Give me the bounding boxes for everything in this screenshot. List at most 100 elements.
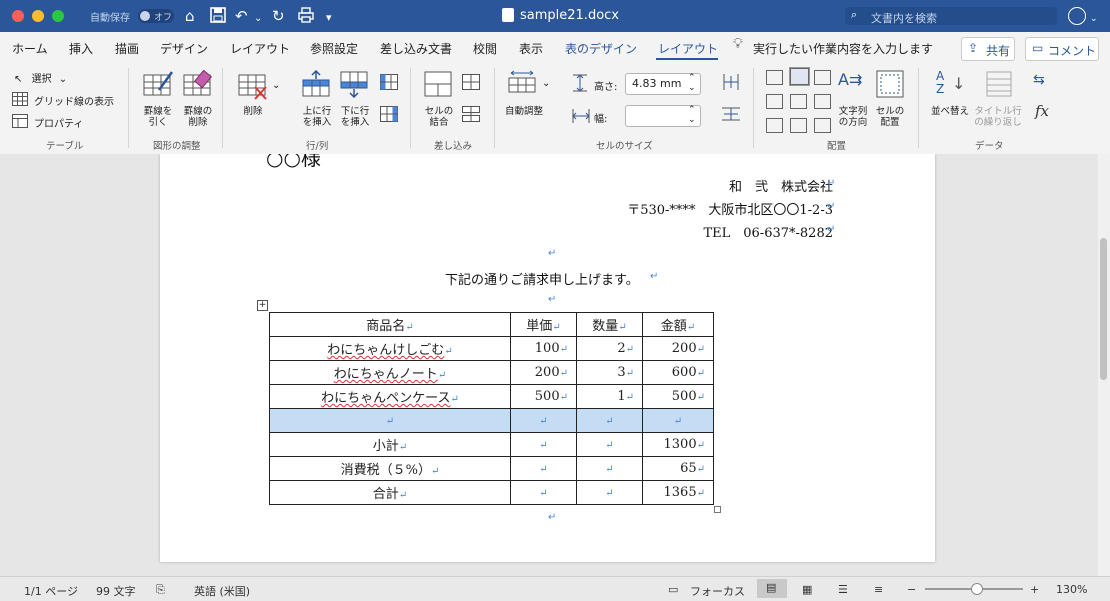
insert-left-icon[interactable] xyxy=(380,74,398,93)
align-bottom-left-button[interactable] xyxy=(766,118,783,133)
height-spinner[interactable]: 4.83 mm ⌃ ⌄ xyxy=(625,73,701,95)
table-cell[interactable]: 1365↵ xyxy=(642,480,714,505)
web-layout-icon[interactable]: ▦ xyxy=(802,583,812,596)
tab-layout[interactable]: レイアウト xyxy=(230,40,290,57)
table-cell[interactable]: わにちゃんけしごむ↵ xyxy=(269,336,511,361)
table-cell[interactable]: 単価↵ xyxy=(510,312,577,337)
table-cell[interactable]: ↵ xyxy=(510,480,577,505)
table-cell[interactable]: わにちゃんペンケース↵ xyxy=(269,384,511,409)
table-cell[interactable]: 500↵ xyxy=(642,384,714,409)
table-cell[interactable]: ↵ xyxy=(576,480,643,505)
table-cell[interactable]: わにちゃんノート↵ xyxy=(269,360,511,385)
align-bottom-center-button[interactable] xyxy=(790,118,807,133)
table-cell[interactable]: 1300↵ xyxy=(642,432,714,457)
table-cell[interactable]: 金額↵ xyxy=(642,312,714,337)
tab-home[interactable]: ホーム xyxy=(12,40,48,57)
align-top-right-button[interactable] xyxy=(814,70,831,85)
table-cell[interactable]: ↵ xyxy=(510,408,577,433)
formula-icon[interactable]: fx xyxy=(1035,102,1049,120)
table-cell[interactable]: 200↵ xyxy=(642,336,714,361)
tab-mailings[interactable]: 差し込み文書 xyxy=(380,40,452,57)
print-icon[interactable] xyxy=(298,7,314,27)
table-cell[interactable]: 600↵ xyxy=(642,360,714,385)
align-top-left-button[interactable] xyxy=(766,70,783,85)
table-resize-handle[interactable] xyxy=(714,506,721,513)
split-table-icon[interactable] xyxy=(462,106,480,125)
width-spinner[interactable]: ⌃ ⌄ xyxy=(625,105,701,127)
share-button[interactable]: ⇪ 共有 xyxy=(961,37,1015,61)
tab-table-layout[interactable]: レイアウト xyxy=(658,40,718,57)
comments-button[interactable]: ▭ コメント xyxy=(1025,37,1099,61)
word-count[interactable]: 99 文字 xyxy=(96,583,136,599)
table-cell[interactable]: 200↵ xyxy=(510,360,577,385)
distribute-columns-icon[interactable] xyxy=(722,106,740,125)
autosave-toggle[interactable]: オフ xyxy=(138,9,174,23)
tab-references[interactable]: 参照設定 xyxy=(310,40,358,57)
align-center-left-button[interactable] xyxy=(766,94,783,109)
spinner-arrows-icon[interactable]: ⌃ ⌄ xyxy=(688,105,696,125)
save-icon[interactable] xyxy=(210,7,226,27)
focus-mode-label[interactable]: フォーカス xyxy=(690,583,745,599)
account-dropdown-icon[interactable]: ⌄ xyxy=(1090,10,1098,28)
table-cell[interactable]: 合計↵ xyxy=(269,480,511,505)
tab-review[interactable]: 校閲 xyxy=(473,40,497,57)
insert-right-icon[interactable] xyxy=(380,106,398,125)
table-cell[interactable]: 商品名↵ xyxy=(269,312,511,337)
tab-insert[interactable]: 挿入 xyxy=(69,40,93,57)
focus-icon[interactable]: ▭ xyxy=(668,583,678,596)
undo-icon[interactable]: ↶ xyxy=(235,7,248,25)
zoom-slider-thumb[interactable] xyxy=(971,583,983,595)
print-layout-button[interactable]: ▤ xyxy=(757,579,787,598)
table-cell[interactable]: 500↵ xyxy=(510,384,577,409)
zoom-window-button[interactable] xyxy=(52,10,64,22)
zoom-level[interactable]: 130% xyxy=(1056,583,1087,596)
table-cell[interactable]: ↵ xyxy=(576,408,643,433)
table-cell[interactable]: 小計↵ xyxy=(269,432,511,457)
split-cells-icon[interactable] xyxy=(462,74,480,93)
table-cell[interactable]: 100↵ xyxy=(510,336,577,361)
proofing-icon[interactable]: ⎘ xyxy=(156,583,165,597)
tell-me-box[interactable]: 実行したい作業内容を入力します xyxy=(753,40,933,57)
home-icon[interactable]: ⌂ xyxy=(185,7,195,25)
search-input[interactable]: ⌕ 文書内を検索 xyxy=(845,7,1057,25)
select-button[interactable]: ↖ 選択 ⌄ xyxy=(14,70,67,85)
minimize-window-button[interactable] xyxy=(32,10,44,22)
convert-to-text-icon[interactable]: ⇆ xyxy=(1033,72,1045,88)
close-window-button[interactable] xyxy=(12,10,24,22)
tab-draw[interactable]: 描画 xyxy=(115,40,139,57)
undo-dropdown-icon[interactable]: ⌄ xyxy=(254,10,262,28)
table-move-handle[interactable]: + xyxy=(257,300,268,311)
align-bottom-right-button[interactable] xyxy=(814,118,831,133)
zoom-out-icon[interactable]: − xyxy=(907,583,916,596)
table-cell[interactable]: 1↵ xyxy=(576,384,643,409)
table-cell[interactable]: ↵ xyxy=(576,456,643,481)
customize-toolbar-icon[interactable]: ▾ xyxy=(326,9,332,27)
table-cell[interactable]: ↵ xyxy=(510,456,577,481)
page-count[interactable]: 1/1 ページ xyxy=(24,583,78,599)
redo-icon[interactable]: ↻ xyxy=(272,7,285,25)
table-cell[interactable]: 数量↵ xyxy=(576,312,643,337)
align-center-right-button[interactable] xyxy=(814,94,831,109)
table-cell[interactable]: 65↵ xyxy=(642,456,714,481)
tab-table-design[interactable]: 表のデザイン xyxy=(565,40,637,57)
align-top-center-button[interactable] xyxy=(789,67,810,86)
language[interactable]: 英語 (米国) xyxy=(194,583,250,599)
table-cell[interactable]: ↵ xyxy=(642,408,714,433)
table-cell[interactable]: ↵ xyxy=(269,408,511,433)
table-cell[interactable]: ↵ xyxy=(510,432,577,457)
align-center-button[interactable] xyxy=(790,94,807,109)
scrollbar-thumb[interactable] xyxy=(1100,238,1107,380)
zoom-in-icon[interactable]: + xyxy=(1030,583,1039,596)
spinner-arrows-icon[interactable]: ⌃ ⌄ xyxy=(688,73,696,93)
tab-design[interactable]: デザイン xyxy=(160,40,208,57)
draft-icon[interactable]: ≡ xyxy=(874,583,883,596)
table-cell[interactable]: ↵ xyxy=(576,432,643,457)
tab-view[interactable]: 表示 xyxy=(519,40,543,57)
table-cell[interactable]: 2↵ xyxy=(576,336,643,361)
document-page[interactable]: ○○様 和 弐 株式会社 ↵ 〒530-**** 大阪市北区〇〇1-2-3 ↵ … xyxy=(160,154,935,562)
outline-icon[interactable]: ☰ xyxy=(838,583,848,596)
user-account-icon[interactable] xyxy=(1068,7,1086,25)
table-cell[interactable]: 消費税（５%）↵ xyxy=(269,456,511,481)
table-cell[interactable]: 3↵ xyxy=(576,360,643,385)
distribute-rows-icon[interactable] xyxy=(722,74,740,93)
